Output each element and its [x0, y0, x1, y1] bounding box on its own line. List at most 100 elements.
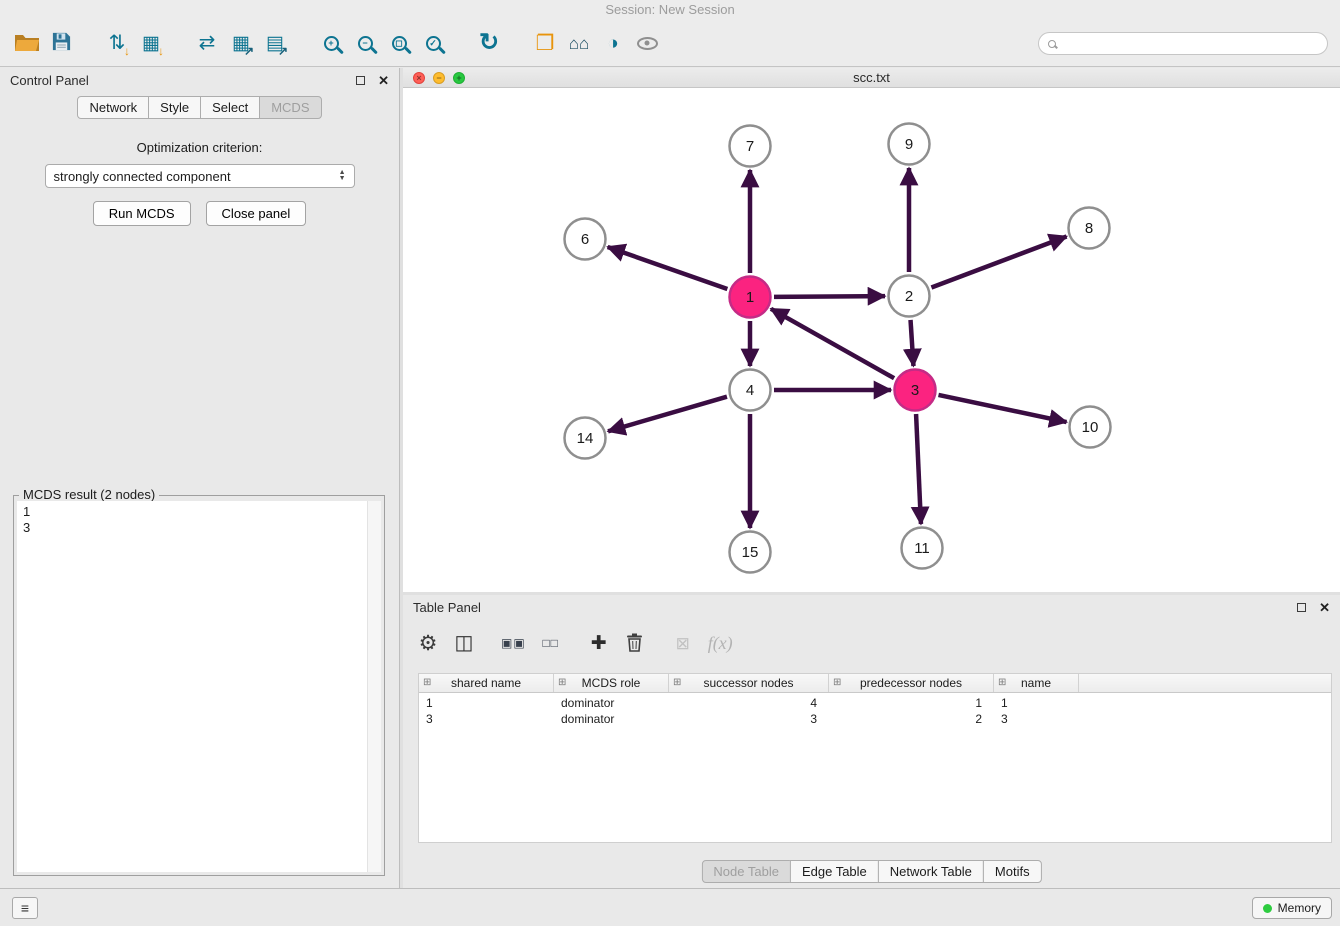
magnifier-symbol: −	[362, 39, 367, 48]
control-panel: Control Panel ✕ NetworkStyleSelectMCDS O…	[0, 68, 400, 888]
table-cell[interactable]: 3	[419, 711, 554, 727]
first-neighbors-icon[interactable]: ⌂⌂	[562, 24, 596, 62]
search-input[interactable]	[1063, 36, 1318, 51]
zoom-in-icon[interactable]: +	[314, 24, 348, 62]
graph-node-1[interactable]: 1	[730, 277, 771, 318]
command-document-icon[interactable]: ❐	[528, 24, 562, 62]
add-column-icon[interactable]: ✚	[588, 631, 610, 655]
graph-edge-2-3[interactable]	[911, 320, 914, 366]
graph-edge-3-10[interactable]	[938, 395, 1066, 422]
column-edit-icon: ⊞	[833, 678, 841, 688]
select-all-rows-icon[interactable]: ▣▣	[501, 631, 526, 655]
export-image-icon-overlay: ↗	[278, 45, 288, 57]
graph-node-3[interactable]: 3	[895, 370, 936, 411]
graph-edge-1-2[interactable]	[774, 296, 885, 297]
graph-edge-3-11[interactable]	[916, 414, 921, 524]
table-cell[interactable]: 1	[419, 695, 554, 711]
column-header-name[interactable]: ⊞name	[994, 674, 1079, 692]
table-cell[interactable]: 3	[669, 711, 829, 727]
mcds-result-line: 1	[17, 504, 381, 520]
status-bar: ≡ Memory	[0, 888, 1340, 926]
table-row[interactable]: 1dominator411	[419, 695, 1331, 711]
zoom-out-icon[interactable]: −	[348, 24, 382, 62]
float-table-panel-icon[interactable]	[1297, 603, 1306, 612]
tab-select[interactable]: Select	[200, 96, 260, 119]
table-cell[interactable]: 1	[829, 695, 994, 711]
tab-edge-table[interactable]: Edge Table	[790, 860, 879, 883]
table-cell[interactable]: dominator	[554, 695, 669, 711]
choose-columns-icon[interactable]: ◫	[453, 631, 475, 655]
tab-style[interactable]: Style	[148, 96, 201, 119]
graph-edge-1-6[interactable]	[608, 247, 728, 289]
table-cell[interactable]: dominator	[554, 711, 669, 727]
delete-column-icon[interactable]	[624, 631, 646, 655]
tab-network-table[interactable]: Network Table	[878, 860, 984, 883]
open-file-icon[interactable]	[10, 24, 44, 62]
zoom-fit-icon[interactable]: ◻	[382, 24, 416, 62]
column-header-shared-name[interactable]: ⊞shared name	[419, 674, 554, 692]
magnifier-symbol: ✓	[429, 39, 437, 48]
column-header-predecessor-nodes[interactable]: ⊞predecessor nodes	[829, 674, 994, 692]
tab-node-table[interactable]: Node Table	[701, 860, 791, 883]
graph-node-10[interactable]: 10	[1070, 407, 1111, 448]
graph-edge-4-14[interactable]	[608, 397, 727, 432]
refresh-layout-icon[interactable]: ↻	[472, 24, 506, 62]
criterion-dropdown[interactable]: strongly connected component ▲▼	[45, 164, 355, 188]
tab-mcds[interactable]: MCDS	[259, 96, 321, 119]
graph-node-8[interactable]: 8	[1069, 208, 1110, 249]
column-header-MCDS-role[interactable]: ⊞MCDS role	[554, 674, 669, 692]
svg-text:4: 4	[746, 382, 754, 399]
close-table-panel-icon[interactable]: ✕	[1319, 601, 1330, 614]
deselect-all-rows-icon[interactable]: □□	[540, 631, 562, 655]
column-header-successor-nodes[interactable]: ⊞successor nodes	[669, 674, 829, 692]
minimize-window-icon[interactable]: −	[433, 72, 445, 84]
float-panel-icon[interactable]	[356, 76, 365, 85]
import-table-icon[interactable]: ▦↓	[134, 24, 168, 62]
run-mcds-button[interactable]: Run MCDS	[93, 201, 191, 226]
delete-table-icon[interactable]: ⊠	[672, 631, 694, 655]
network-canvas[interactable]: 7 9 6 8 1 2 4 3 14 10 15 11	[403, 88, 1340, 591]
graph-node-9[interactable]: 9	[889, 124, 930, 165]
close-window-icon[interactable]: ×	[413, 72, 425, 84]
tab-network[interactable]: Network	[77, 96, 149, 119]
hide-details-icon[interactable]	[630, 24, 664, 62]
svg-text:10: 10	[1082, 419, 1099, 436]
graph-node-14[interactable]: 14	[565, 418, 606, 459]
graph-node-6[interactable]: 6	[565, 219, 606, 260]
tab-motifs[interactable]: Motifs	[983, 860, 1042, 883]
magnifier-symbol: ◻	[395, 39, 402, 48]
search-icon	[1048, 40, 1056, 48]
export-image-icon[interactable]: ▤↗	[258, 24, 292, 62]
zoom-window-icon[interactable]: +	[453, 72, 465, 84]
graph-edge-2-8[interactable]	[931, 236, 1066, 287]
memory-button[interactable]: Memory	[1252, 897, 1332, 919]
import-table-icon-overlay: ↓	[158, 45, 164, 57]
table-cell[interactable]: 4	[669, 695, 829, 711]
graph-node-15[interactable]: 15	[730, 532, 771, 573]
import-network-icon[interactable]: ⇅↓	[100, 24, 134, 62]
close-panel-icon[interactable]: ✕	[378, 74, 389, 87]
result-scrollbar[interactable]	[367, 501, 381, 872]
graph-node-4[interactable]: 4	[730, 370, 771, 411]
zoom-selected-icon[interactable]: ✓	[416, 24, 450, 62]
graph-edge-3-1[interactable]	[771, 309, 894, 378]
table-row[interactable]: 3dominator323	[419, 711, 1331, 727]
function-builder-icon[interactable]: f(x)	[708, 631, 733, 655]
table-cell[interactable]: 1	[994, 695, 1079, 711]
optimization-label: Optimization criterion:	[0, 140, 399, 155]
graph-node-2[interactable]: 2	[889, 276, 930, 317]
table-cell[interactable]: 3	[994, 711, 1079, 727]
graph-node-7[interactable]: 7	[730, 126, 771, 167]
close-panel-button[interactable]: Close panel	[206, 201, 307, 226]
save-session-icon[interactable]	[44, 24, 78, 62]
table-cell[interactable]: 2	[829, 711, 994, 727]
mcds-result-list: 13	[17, 501, 381, 872]
column-settings-icon[interactable]: ⚙	[417, 631, 439, 655]
task-history-button[interactable]: ≡	[12, 897, 38, 919]
search-box[interactable]	[1038, 32, 1328, 55]
column-header-label: successor nodes	[703, 676, 793, 690]
export-table-icon[interactable]: ▦↗	[224, 24, 258, 62]
graph-node-11[interactable]: 11	[902, 528, 943, 569]
new-network-icon[interactable]: ⇄	[190, 24, 224, 62]
graphics-details-icon[interactable]: ◑	[596, 24, 630, 62]
